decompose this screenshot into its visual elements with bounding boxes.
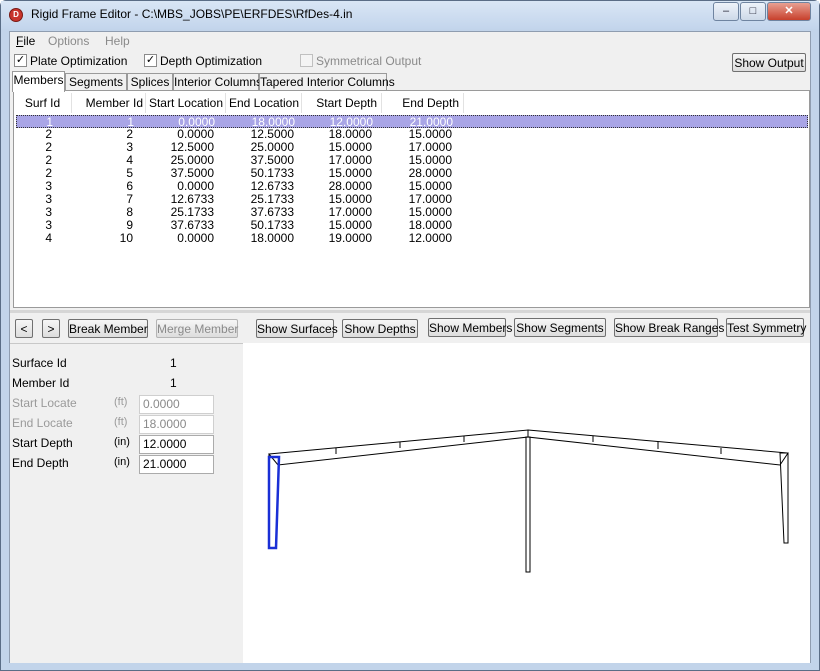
- table-row[interactable]: 4 10 0.0000 18.0000 19.0000 12.0000: [16, 232, 808, 245]
- table-cell: 6: [126, 179, 133, 193]
- depth-optimization-label: Depth Optimization: [160, 54, 263, 68]
- table-cell: 4: [126, 153, 133, 167]
- table-cell: 10: [119, 231, 133, 245]
- next-member-button[interactable]: >: [42, 319, 60, 338]
- close-icon[interactable]: ✕: [767, 2, 811, 21]
- tab-splices[interactable]: Splices: [127, 73, 173, 91]
- start-depth-unit: (in): [114, 436, 130, 448]
- left-rafter: [268, 429, 529, 466]
- minimize-icon[interactable]: –: [713, 2, 739, 21]
- menu-options[interactable]: Options: [48, 34, 89, 48]
- start-depth-field[interactable]: 12.0000: [139, 435, 214, 454]
- show-members-button[interactable]: Show Members: [428, 318, 512, 337]
- column-header-surf-id[interactable]: Surf Id: [14, 93, 72, 113]
- test-symmetry-button[interactable]: Test Symmetry: [726, 318, 806, 337]
- end-depth-field[interactable]: 21.0000: [139, 455, 214, 474]
- table-cell: 5: [126, 166, 133, 180]
- column-header-member-id[interactable]: Member Id: [72, 93, 146, 113]
- menu-bar: File Options Help: [10, 32, 810, 51]
- frame-drawing-canvas[interactable]: [243, 343, 810, 663]
- surface-id-label: Surface Id: [12, 356, 67, 370]
- table-cell: 8: [126, 205, 133, 219]
- previous-member-button[interactable]: <: [15, 319, 33, 338]
- member-id-label: Member Id: [12, 376, 70, 390]
- end-depth-label: End Depth: [12, 456, 69, 470]
- start-depth-label: Start Depth: [12, 436, 73, 450]
- app-window: D Rigid Frame Editor - C:\MBS_JOBS\PE\ER…: [0, 0, 820, 671]
- merge-member-button[interactable]: Merge Member: [156, 319, 238, 338]
- tab-interior-columns[interactable]: Interior Columns: [173, 73, 262, 91]
- plate-optimization-label: Plate Optimization: [30, 54, 128, 68]
- break-member-button[interactable]: Break Member: [68, 319, 148, 338]
- symmetrical-output-label: Symmetrical Output: [316, 54, 422, 68]
- tab-tapered-interior-columns[interactable]: Tapered Interior Columns: [259, 73, 395, 91]
- selected-left-column[interactable]: [267, 455, 281, 550]
- column-header-end-location[interactable]: End Location: [226, 93, 302, 113]
- end-locate-field[interactable]: 18.0000: [139, 415, 214, 434]
- tab-members[interactable]: Members: [12, 71, 65, 92]
- table-cell: 7: [126, 192, 133, 206]
- rigid-frame-diagram: [268, 429, 789, 573]
- plate-optimization-checkbox[interactable]: ✓: [14, 54, 27, 67]
- show-break-ranges-button[interactable]: Show Break Ranges: [614, 318, 724, 337]
- table-cell: 12.0000: [408, 231, 452, 245]
- symmetrical-output-checkbox[interactable]: [300, 54, 313, 67]
- menu-help[interactable]: Help: [105, 34, 130, 48]
- column-header-start-depth[interactable]: Start Depth: [302, 93, 382, 113]
- start-locate-unit: (ft): [114, 396, 128, 408]
- start-locate-label: Start Locate: [12, 396, 77, 410]
- end-locate-label: End Locate: [12, 416, 73, 430]
- surface-id-value: 1: [170, 356, 177, 370]
- show-depths-button[interactable]: Show Depths: [342, 319, 418, 338]
- table-header: Surf Id Member Id Start Location End Loc…: [14, 93, 474, 113]
- members-table[interactable]: Surf Id Member Id Start Location End Loc…: [13, 90, 810, 308]
- show-output-button[interactable]: Show Output: [732, 53, 806, 72]
- right-column: [779, 452, 789, 544]
- table-cell: 19.0000: [328, 231, 372, 245]
- tab-segments[interactable]: Segments: [65, 73, 127, 91]
- frame-view-panel: Show Surfaces Show Depths Show Members S…: [243, 313, 810, 663]
- main-client-area: File Options Help ✓ Plate Optimization ✓…: [9, 31, 811, 663]
- member-id-value: 1: [170, 376, 177, 390]
- view-button-bar: Show Surfaces Show Depths Show Members S…: [243, 313, 810, 343]
- depth-optimization-checkbox[interactable]: ✓: [144, 54, 157, 67]
- show-surfaces-button[interactable]: Show Surfaces: [256, 319, 338, 338]
- end-depth-unit: (in): [114, 456, 130, 468]
- start-locate-field[interactable]: 0.0000: [139, 395, 214, 414]
- window-title: Rigid Frame Editor - C:\MBS_JOBS\PE\ERFD…: [31, 7, 353, 21]
- column-header-start-location[interactable]: Start Location: [146, 93, 226, 113]
- table-cell: 0.0000: [177, 231, 214, 245]
- app-logo-icon: D: [9, 8, 23, 22]
- end-locate-unit: (ft): [114, 416, 128, 428]
- member-properties-panel: < > Break Member Merge Member Surface Id…: [10, 313, 243, 663]
- menu-file[interactable]: File: [16, 34, 35, 48]
- table-cell: 4: [45, 231, 52, 245]
- maximize-icon[interactable]: □: [740, 2, 766, 21]
- table-cell: 2: [126, 127, 133, 141]
- interior-column: [525, 436, 531, 573]
- table-cell: 18.0000: [250, 231, 294, 245]
- divider: [10, 343, 243, 344]
- column-header-end-depth[interactable]: End Depth: [382, 93, 464, 113]
- show-segments-button[interactable]: Show Segments: [514, 318, 606, 337]
- table-cell: 3: [126, 140, 133, 154]
- title-bar[interactable]: D Rigid Frame Editor - C:\MBS_JOBS\PE\ER…: [1, 1, 819, 29]
